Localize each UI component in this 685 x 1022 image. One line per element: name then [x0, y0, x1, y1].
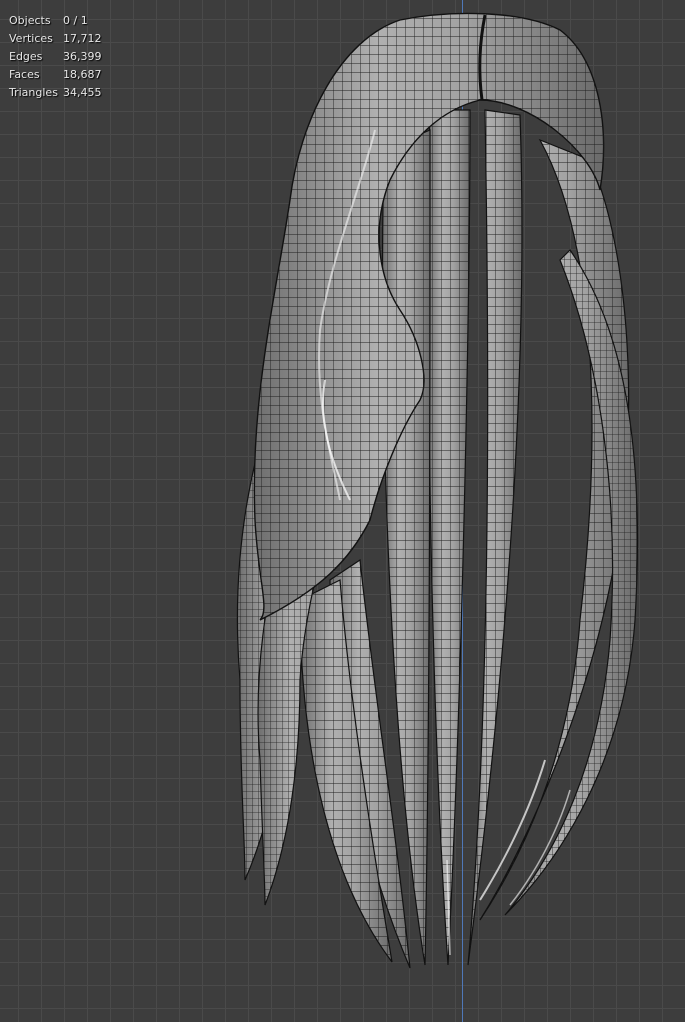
hair-mesh-wireframe[interactable] — [0, 0, 685, 1022]
stat-label: Triangles — [9, 86, 58, 99]
stat-triangles: Triangles 34,455 — [9, 84, 102, 102]
stat-label: Faces — [9, 68, 40, 81]
stat-value: 0 / 1 — [63, 14, 88, 27]
stat-edges: Edges 36,399 — [9, 48, 102, 66]
stat-faces: Faces 18,687 — [9, 66, 102, 84]
3d-viewport[interactable]: Objects 0 / 1 Vertices 17,712 Edges 36,3… — [0, 0, 685, 1022]
mesh-statistics-overlay: Objects 0 / 1 Vertices 17,712 Edges 36,3… — [9, 12, 102, 102]
stat-label: Vertices — [9, 32, 53, 45]
stat-objects: Objects 0 / 1 — [9, 12, 102, 30]
stat-value: 17,712 — [63, 32, 102, 45]
stat-value: 18,687 — [63, 68, 102, 81]
stat-value: 36,399 — [63, 50, 102, 63]
stat-vertices: Vertices 17,712 — [9, 30, 102, 48]
stat-label: Edges — [9, 50, 43, 63]
stat-value: 34,455 — [63, 86, 102, 99]
stat-label: Objects — [9, 14, 51, 27]
